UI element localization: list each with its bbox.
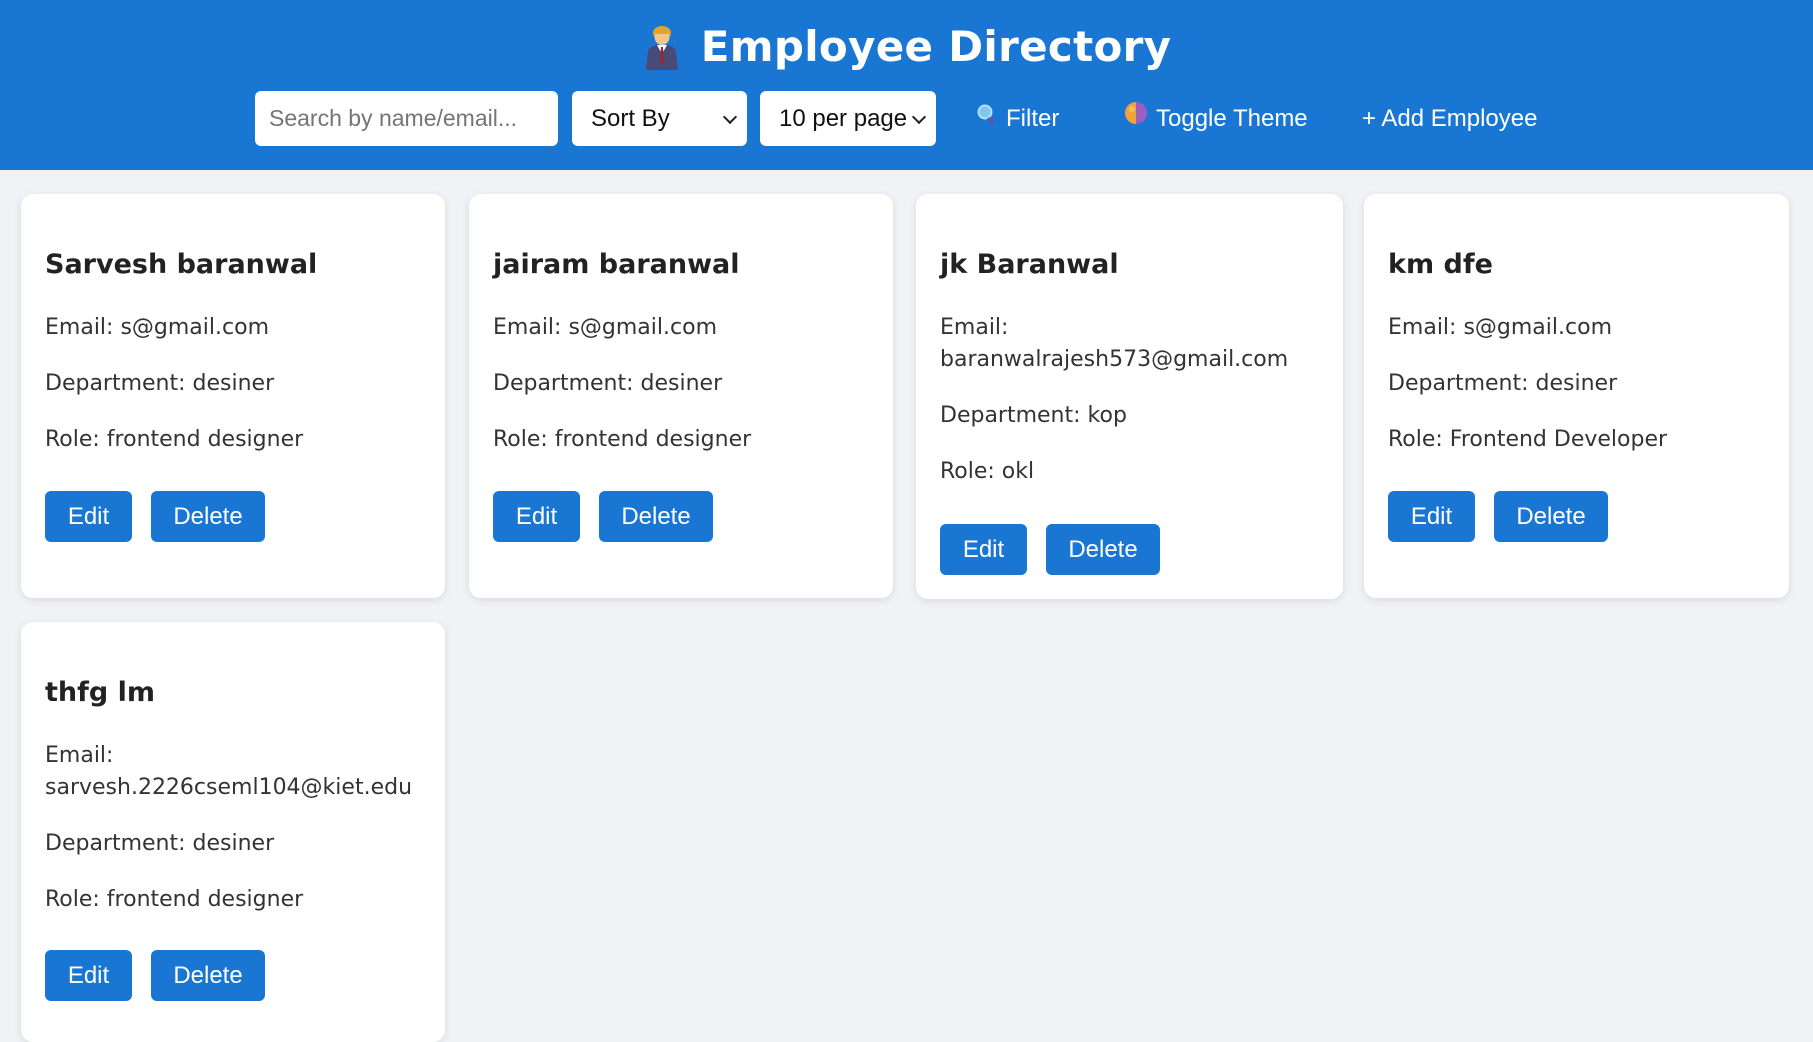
employee-name: jk Baranwal bbox=[940, 249, 1119, 280]
employee-name: thfg lm bbox=[45, 677, 155, 708]
email-label: Email: bbox=[493, 315, 562, 340]
email-value: baranwalrajesh573@gmail.com bbox=[940, 347, 1289, 372]
chevron-down-icon bbox=[722, 109, 738, 125]
email-label: Email: bbox=[1388, 315, 1457, 340]
filter-button[interactable]: Filter bbox=[976, 91, 1059, 146]
add-employee-button[interactable]: + Add Employee bbox=[1362, 91, 1537, 146]
title-row: Employee Directory bbox=[0, 22, 1813, 82]
sort-select-value: Sort By bbox=[591, 105, 670, 132]
toggle-theme-label: Toggle Theme bbox=[1156, 105, 1308, 132]
delete-button[interactable]: Delete bbox=[1046, 524, 1160, 575]
magnifier-icon bbox=[976, 90, 998, 145]
delete-button[interactable]: Delete bbox=[1494, 491, 1608, 542]
employee-role: Role: frontend designer bbox=[45, 887, 304, 912]
employee-email: Email: sarvesh.2226cseml104@kiet.edu bbox=[45, 740, 435, 804]
employee-card: thfg lm Email: sarvesh.2226cseml104@kiet… bbox=[21, 622, 445, 1042]
sort-select[interactable]: Sort By bbox=[572, 91, 747, 146]
email-label: Email: bbox=[940, 315, 1009, 340]
edit-button[interactable]: Edit bbox=[45, 950, 132, 1001]
filter-label: Filter bbox=[1006, 105, 1060, 132]
employee-department: Department: kop bbox=[940, 403, 1127, 428]
chevron-down-icon bbox=[911, 109, 927, 125]
employee-name: Sarvesh baranwal bbox=[45, 249, 318, 280]
delete-button[interactable]: Delete bbox=[151, 491, 265, 542]
add-employee-label: + Add Employee bbox=[1362, 105, 1538, 132]
delete-button[interactable]: Delete bbox=[151, 950, 265, 1001]
employee-department: Department: desiner bbox=[45, 831, 275, 856]
email-value: s@gmail.com bbox=[1463, 315, 1612, 340]
app-header: Employee Directory Sort By 10 per page F… bbox=[0, 0, 1813, 170]
email-value: s@gmail.com bbox=[120, 315, 269, 340]
employee-name: km dfe bbox=[1388, 249, 1493, 280]
delete-button[interactable]: Delete bbox=[599, 491, 713, 542]
toggle-theme-button[interactable]: Toggle Theme bbox=[1124, 91, 1308, 146]
employee-role: Role: frontend designer bbox=[493, 427, 752, 452]
edit-button[interactable]: Edit bbox=[45, 491, 132, 542]
email-value: sarvesh.2226cseml104@kiet.edu bbox=[45, 775, 413, 800]
employee-card: Sarvesh baranwal Email: s@gmail.com Depa… bbox=[21, 194, 445, 598]
email-label: Email: bbox=[45, 743, 114, 768]
employee-card: jk Baranwal Email: baranwalrajesh573@gma… bbox=[916, 194, 1343, 599]
employee-department: Department: desiner bbox=[45, 371, 275, 396]
search-input[interactable] bbox=[255, 91, 558, 146]
toolbar: Sort By 10 per page Filter Tog bbox=[0, 91, 1813, 147]
edit-button[interactable]: Edit bbox=[940, 524, 1027, 575]
employee-role: Role: frontend designer bbox=[45, 427, 304, 452]
theme-orb-icon bbox=[1124, 90, 1148, 145]
employee-role: Role: Frontend Developer bbox=[1388, 427, 1668, 452]
employee-name: jairam baranwal bbox=[493, 249, 740, 280]
employee-department: Department: desiner bbox=[493, 371, 723, 396]
employee-card: jairam baranwal Email: s@gmail.com Depar… bbox=[469, 194, 893, 598]
employee-card: km dfe Email: s@gmail.com Department: de… bbox=[1364, 194, 1789, 598]
employee-email: Email: baranwalrajesh573@gmail.com bbox=[940, 312, 1330, 376]
page-title: Employee Directory bbox=[700, 22, 1172, 71]
email-value: s@gmail.com bbox=[568, 315, 717, 340]
page-size-value: 10 per page bbox=[779, 105, 908, 132]
employee-email: Email: s@gmail.com bbox=[1388, 312, 1778, 344]
employee-department: Department: desiner bbox=[1388, 371, 1618, 396]
employee-email: Email: s@gmail.com bbox=[45, 312, 435, 344]
edit-button[interactable]: Edit bbox=[493, 491, 580, 542]
page-size-select[interactable]: 10 per page bbox=[760, 91, 936, 146]
employee-role: Role: okl bbox=[940, 459, 1035, 484]
email-label: Email: bbox=[45, 315, 114, 340]
edit-button[interactable]: Edit bbox=[1388, 491, 1475, 542]
office-worker-icon bbox=[642, 24, 682, 70]
employee-email: Email: s@gmail.com bbox=[493, 312, 883, 344]
